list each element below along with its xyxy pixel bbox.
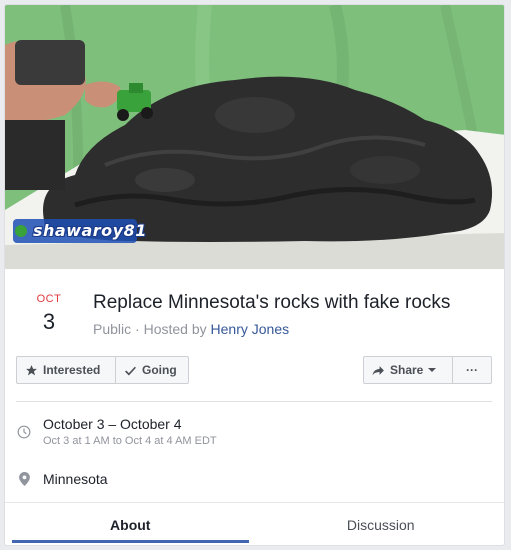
event-card: shawaroy81 OCT 3 Replace Minnesota's roc… [4, 4, 505, 546]
event-date: OCT 3 [31, 293, 67, 335]
event-tabs: About Discussion [5, 502, 505, 545]
clock-icon [17, 425, 31, 439]
share-button[interactable]: Share [363, 356, 453, 384]
event-meta: Public · Hosted by Henry Jones [93, 321, 290, 337]
event-time-detail: Oct 3 at 1 AM to Oct 4 at 4 AM EDT [43, 435, 217, 447]
location-pin-icon [19, 472, 30, 486]
check-icon [125, 366, 136, 375]
tab-discussion[interactable]: Discussion [256, 503, 505, 545]
divider [16, 401, 492, 402]
interested-button[interactable]: Interested [16, 356, 116, 384]
cover-watermark: shawaroy81 [33, 221, 147, 240]
chevron-down-icon [428, 368, 437, 372]
more-label: ··· [466, 363, 478, 377]
hosted-by-label: Hosted by [143, 321, 207, 337]
interested-label: Interested [43, 363, 101, 377]
event-title[interactable]: Replace Minnesota's rocks with fake rock… [93, 292, 450, 314]
more-options-button[interactable]: ··· [452, 356, 492, 384]
host-link[interactable]: Henry Jones [211, 321, 290, 337]
star-icon [26, 364, 37, 375]
event-date-day: 3 [42, 309, 56, 334]
tab-about[interactable]: About [5, 503, 256, 545]
event-date-month: OCT [36, 293, 62, 305]
going-label: Going [142, 363, 177, 377]
share-label: Share [390, 363, 424, 377]
going-button[interactable]: Going [115, 356, 189, 384]
share-arrow-icon [372, 365, 384, 375]
event-privacy: Public [93, 321, 132, 337]
event-location[interactable]: Minnesota [43, 471, 108, 487]
cover-photo[interactable]: shawaroy81 [5, 5, 504, 269]
event-time-range[interactable]: October 3 – October 4 [43, 416, 182, 432]
